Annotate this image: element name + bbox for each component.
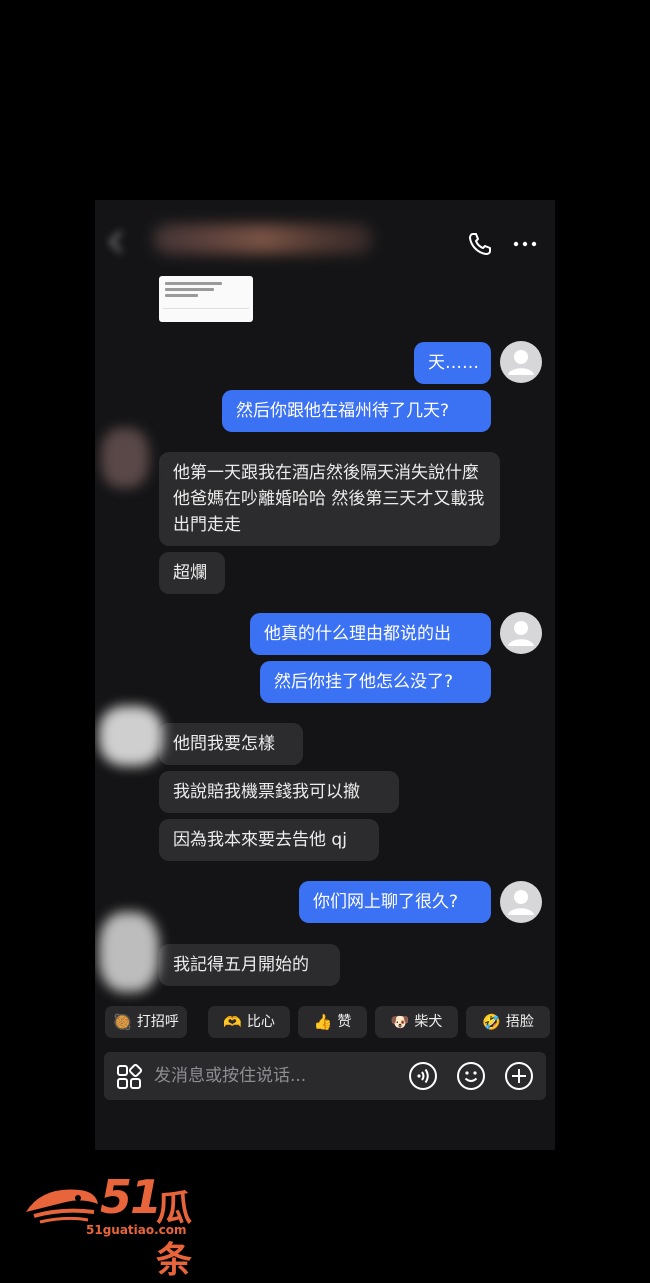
quick-reply-bar: 🥘 打招呼 🫶 比心 👍 赞 🐶 柴犬 🤣 捂脸 <box>95 1006 555 1038</box>
message-bubble-incoming[interactable]: 超爛 <box>159 552 225 594</box>
message-bubble-incoming[interactable]: 我說賠我機票錢我可以撤 <box>159 771 399 813</box>
emoji-icon[interactable] <box>456 1061 486 1091</box>
back-icon[interactable] <box>103 228 131 256</box>
more-icon[interactable] <box>511 230 539 258</box>
message-bubble-outgoing[interactable]: 他真的什么理由都说的出 <box>250 613 491 655</box>
quick-reply-like[interactable]: 👍 赞 <box>298 1006 367 1038</box>
message-bubble-outgoing[interactable]: 天…… <box>414 342 491 384</box>
contact-name-redacted <box>153 224 373 254</box>
avatar-redacted <box>99 706 163 766</box>
chat-screen: 天…… 然后你跟他在福州待了几天? 他第一天跟我在酒店然後隔天消失說什麼他爸媽在… <box>95 200 555 1150</box>
site-watermark: 51 瓜条 51guatiao.com <box>22 1170 222 1281</box>
message-bubble-incoming[interactable]: 他問我要怎樣 <box>159 723 303 765</box>
apps-grid-icon[interactable] <box>116 1064 142 1090</box>
watermark-number: 51 <box>100 1170 162 1224</box>
message-input[interactable]: 发消息或按住说话... <box>154 1052 306 1100</box>
message-bubble-outgoing[interactable]: 然后你挂了他怎么没了? <box>260 661 491 703</box>
melon-logo-icon <box>26 1189 98 1224</box>
watermark-url: 51guatiao.com <box>86 1223 187 1237</box>
message-bubble-incoming[interactable]: 我記得五月開始的 <box>159 944 340 986</box>
message-bubble-outgoing[interactable]: 你们网上聊了很久? <box>299 881 491 923</box>
message-bubble-incoming[interactable]: 他第一天跟我在酒店然後隔天消失說什麼他爸媽在吵離婚哈哈 然後第三天才又載我出門走… <box>159 452 500 546</box>
phone-icon[interactable] <box>466 230 494 258</box>
avatar[interactable] <box>500 881 542 923</box>
shared-image-thumbnail[interactable] <box>159 276 253 322</box>
voice-icon[interactable] <box>408 1061 438 1091</box>
avatar[interactable] <box>500 341 542 383</box>
quick-reply-greet[interactable]: 🥘 打招呼 <box>105 1006 187 1038</box>
quick-reply-facepalm[interactable]: 🤣 捂脸 <box>466 1006 550 1038</box>
avatar-redacted <box>99 912 159 992</box>
avatar-redacted <box>101 428 149 488</box>
add-icon[interactable] <box>504 1061 534 1091</box>
message-bubble-incoming[interactable]: 因為我本來要去告他 qj <box>159 819 379 861</box>
chat-header <box>95 200 555 268</box>
message-bubble-outgoing[interactable]: 然后你跟他在福州待了几天? <box>222 390 491 432</box>
quick-reply-shiba[interactable]: 🐶 柴犬 <box>375 1006 458 1038</box>
message-input-bar: 发消息或按住说话... <box>104 1052 546 1100</box>
avatar[interactable] <box>500 612 542 654</box>
quick-reply-heart[interactable]: 🫶 比心 <box>208 1006 290 1038</box>
